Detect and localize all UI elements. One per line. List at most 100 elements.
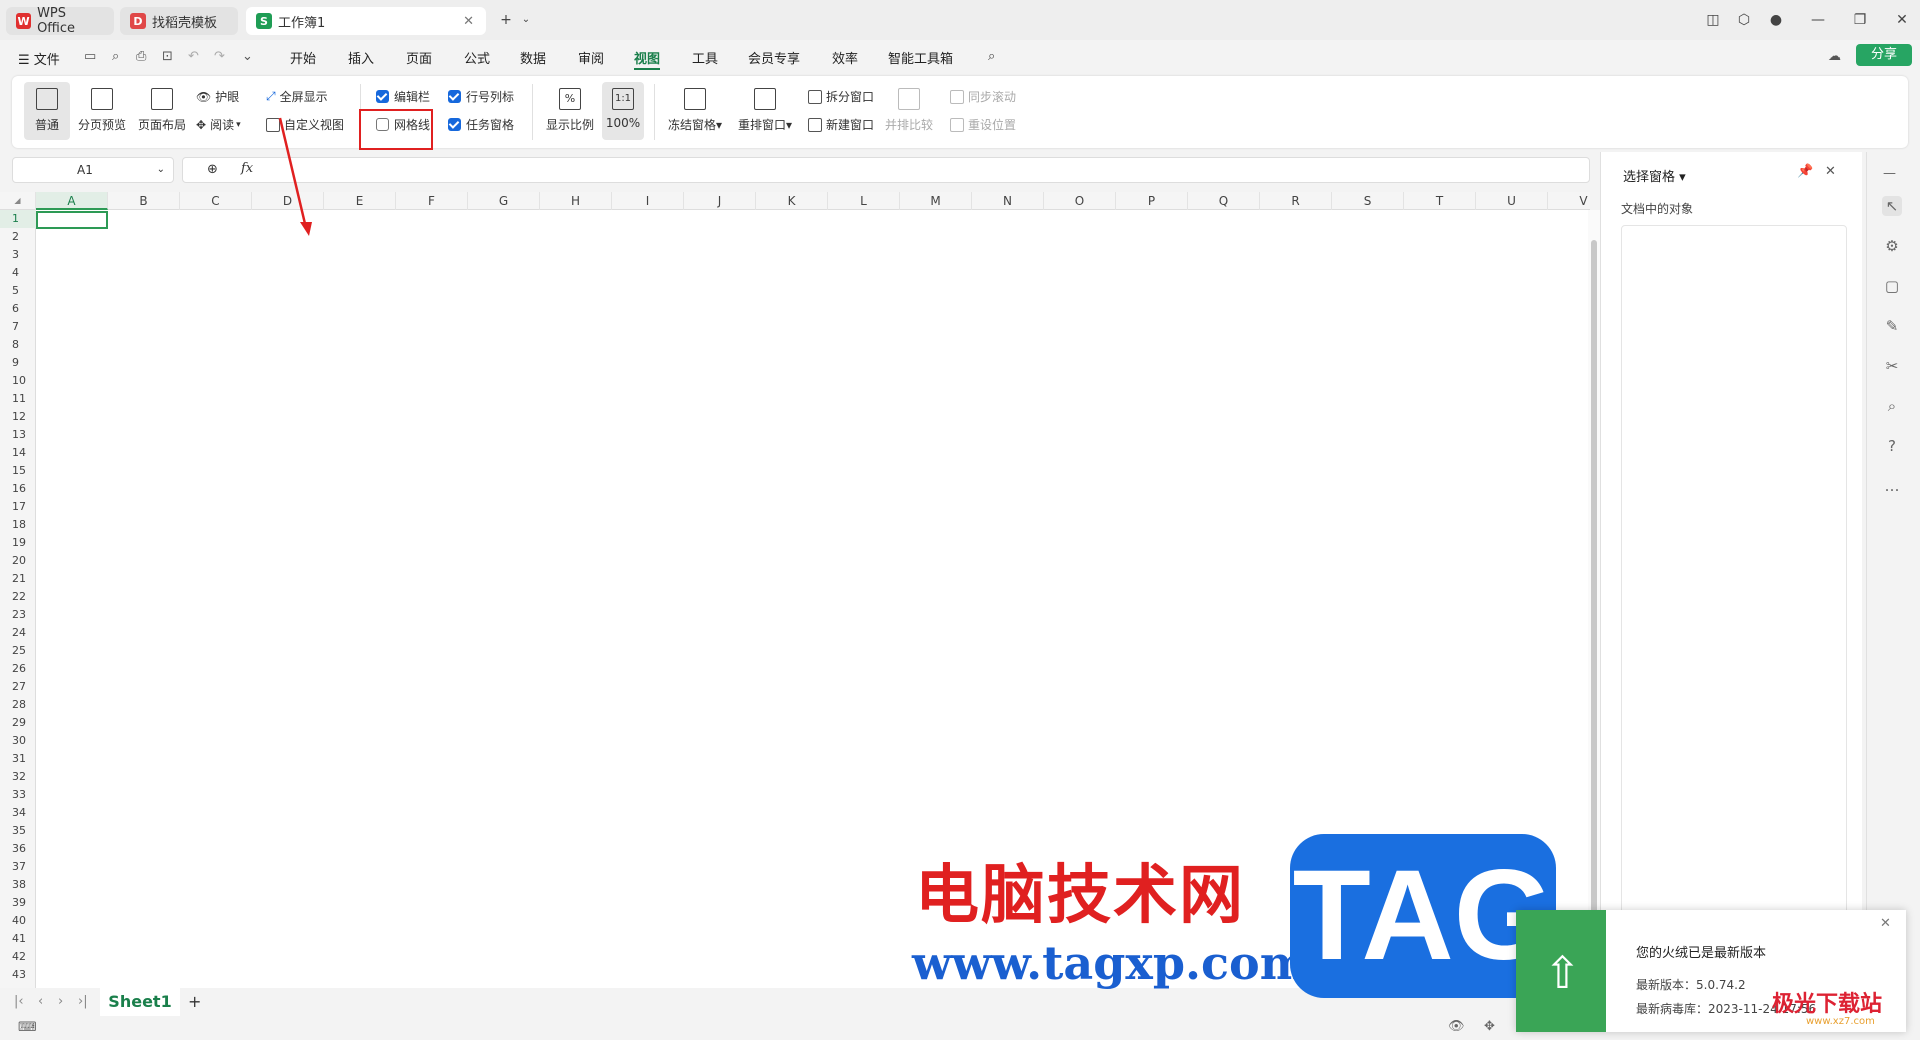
column-header-M[interactable]: M — [900, 192, 972, 210]
cloud-icon[interactable]: ☁ — [1828, 49, 1841, 64]
row-header-5[interactable]: 5 — [0, 282, 36, 300]
row-header-29[interactable]: 29 — [0, 714, 36, 732]
column-header-T[interactable]: T — [1404, 192, 1476, 210]
row-header-4[interactable]: 4 — [0, 264, 36, 282]
menu-data[interactable]: 数据 — [520, 48, 546, 67]
column-header-A[interactable]: A — [36, 192, 108, 210]
close-pane-icon[interactable]: ✕ — [1825, 164, 1836, 179]
chevron-down-icon[interactable]: ⌄ — [516, 10, 536, 30]
new-tab-icon[interactable]: + — [496, 10, 516, 30]
menu-home[interactable]: 开始 — [290, 48, 316, 67]
row-header-12[interactable]: 12 — [0, 408, 36, 426]
layout-icon[interactable]: ◫ — [1703, 10, 1723, 30]
scroll-thumb[interactable] — [1591, 240, 1597, 980]
add-sheet-button[interactable]: + — [188, 992, 201, 1011]
column-header-D[interactable]: D — [252, 192, 324, 210]
pane-title[interactable]: 选择窗格 ▾ — [1623, 166, 1686, 185]
avatar[interactable]: ● — [1766, 10, 1786, 30]
row-header-26[interactable]: 26 — [0, 660, 36, 678]
column-header-I[interactable]: I — [612, 192, 684, 210]
column-header-G[interactable]: G — [468, 192, 540, 210]
select-all-corner[interactable]: ◢ — [0, 192, 36, 210]
menu-member[interactable]: 会员专享 — [748, 48, 800, 67]
select-cursor-icon[interactable]: ↖ — [1882, 196, 1902, 216]
edit-bar-checkbox[interactable]: 编辑栏 — [376, 88, 430, 105]
row-header-19[interactable]: 19 — [0, 534, 36, 552]
menu-view[interactable]: 视图 — [634, 48, 660, 67]
formula-input[interactable]: ⊕ fx — [182, 157, 1590, 183]
zoom-100-button[interactable]: 1:1 100% — [602, 82, 644, 140]
column-header-R[interactable]: R — [1260, 192, 1332, 210]
column-header-H[interactable]: H — [540, 192, 612, 210]
row-header-40[interactable]: 40 — [0, 912, 36, 930]
more-icon[interactable]: … — [1882, 476, 1902, 496]
row-header-34[interactable]: 34 — [0, 804, 36, 822]
row-header-38[interactable]: 38 — [0, 876, 36, 894]
name-box[interactable]: A1 ⌄ — [12, 157, 174, 183]
row-header-7[interactable]: 7 — [0, 318, 36, 336]
split-window-button[interactable]: 拆分窗口 — [808, 88, 874, 105]
column-header-N[interactable]: N — [972, 192, 1044, 210]
row-header-42[interactable]: 42 — [0, 948, 36, 966]
row-header-30[interactable]: 30 — [0, 732, 36, 750]
column-header-O[interactable]: O — [1044, 192, 1116, 210]
row-header-21[interactable]: 21 — [0, 570, 36, 588]
search-icon[interactable]: ⌕ — [988, 49, 995, 64]
first-sheet-icon[interactable]: |‹ — [14, 994, 24, 1009]
side-by-side-button[interactable]: 并排比较 — [884, 82, 934, 140]
row-header-3[interactable]: 3 — [0, 246, 36, 264]
menu-formula[interactable]: 公式 — [464, 48, 490, 67]
pin-icon[interactable]: 📌 — [1797, 164, 1813, 179]
row-header-31[interactable]: 31 — [0, 750, 36, 768]
close-notification-icon[interactable]: ✕ — [1880, 916, 1891, 931]
read-mode-button[interactable]: ✥ 阅读 ▾ — [196, 116, 241, 133]
page-break-preview-button[interactable]: 分页预览 — [74, 82, 130, 140]
row-header-18[interactable]: 18 — [0, 516, 36, 534]
row-header-9[interactable]: 9 — [0, 354, 36, 372]
task-pane-checkbox[interactable]: 任务窗格 — [448, 116, 514, 133]
zoom-in-icon[interactable]: ⊕ — [207, 162, 218, 177]
row-header-20[interactable]: 20 — [0, 552, 36, 570]
column-header-J[interactable]: J — [684, 192, 756, 210]
export-icon[interactable]: ⌕ — [112, 49, 119, 64]
minimize-icon[interactable]: — — [1808, 10, 1828, 30]
row-header-43[interactable]: 43 — [0, 966, 36, 984]
last-sheet-icon[interactable]: ›| — [78, 994, 88, 1009]
row-header-24[interactable]: 24 — [0, 624, 36, 642]
edit-chart-icon[interactable]: ✎ — [1882, 316, 1902, 336]
menu-page[interactable]: 页面 — [406, 48, 432, 67]
fx-icon[interactable]: fx — [241, 161, 253, 176]
row-header-32[interactable]: 32 — [0, 768, 36, 786]
row-header-22[interactable]: 22 — [0, 588, 36, 606]
column-header-Q[interactable]: Q — [1188, 192, 1260, 210]
print-icon[interactable]: ⎙ — [136, 49, 146, 64]
preview-icon[interactable]: ⊡ — [162, 49, 173, 64]
zoom-button[interactable]: % 显示比例 — [542, 82, 598, 140]
column-header-E[interactable]: E — [324, 192, 396, 210]
row-header-13[interactable]: 13 — [0, 426, 36, 444]
column-header-L[interactable]: L — [828, 192, 900, 210]
new-window-button[interactable]: 新建窗口 — [808, 116, 874, 133]
row-header-23[interactable]: 23 — [0, 606, 36, 624]
column-header-P[interactable]: P — [1116, 192, 1188, 210]
sheet-tab[interactable]: Sheet1 — [100, 988, 180, 1016]
eye-protection-button[interactable]: 👁 护眼 — [196, 88, 239, 105]
redo-icon[interactable]: ↷ — [214, 49, 225, 64]
tab-workbook1[interactable]: S 工作簿1 ✕ — [246, 7, 486, 35]
object-list[interactable] — [1621, 225, 1847, 925]
more-chevron-icon[interactable]: ⌄ — [242, 49, 253, 64]
find-icon[interactable]: ⌕ — [1882, 396, 1902, 416]
settings-sliders-icon[interactable]: ⚙ — [1882, 236, 1902, 256]
eye-protection-icon[interactable]: 👁 — [1448, 1019, 1465, 1034]
column-header-U[interactable]: U — [1476, 192, 1548, 210]
row-header-39[interactable]: 39 — [0, 894, 36, 912]
undo-icon[interactable]: ↶ — [188, 49, 199, 64]
close-window-icon[interactable]: ✕ — [1892, 10, 1912, 30]
rearrange-window-button[interactable]: 重排窗口▾ — [734, 82, 796, 140]
cube-icon[interactable]: ⬡ — [1734, 10, 1754, 30]
row-header-15[interactable]: 15 — [0, 462, 36, 480]
tab-wps-office[interactable]: W WPS Office — [6, 6, 114, 36]
menu-insert[interactable]: 插入 — [348, 48, 374, 67]
help-icon[interactable]: ? — [1882, 436, 1902, 456]
column-header-F[interactable]: F — [396, 192, 468, 210]
